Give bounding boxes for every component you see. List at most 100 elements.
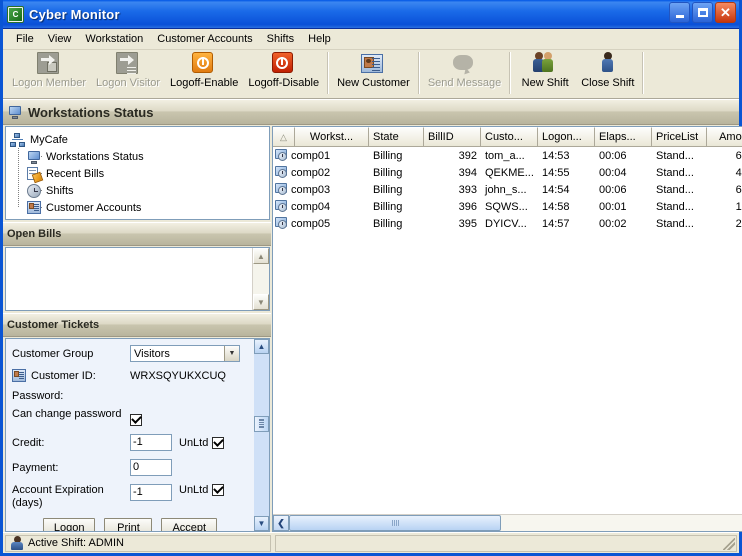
toolbar-logon-visitor[interactable]: Logon Visitor [91,50,165,96]
logoff-disable-icon [271,52,296,76]
customer-tickets-scrollbar[interactable]: ▲ ▼ [254,339,269,531]
column-header-sort[interactable]: △ [273,127,295,146]
cell-elapsed: 00:04 [599,166,627,179]
column-header-logon[interactable]: Logon... [538,127,595,146]
tree-root-label: MyCafe [30,133,68,146]
workstation-icon [7,104,23,120]
column-header-pricelist[interactable]: PriceList [652,127,707,146]
open-bills-scrollbar[interactable]: ▲ ▼ [252,248,269,310]
column-header-state[interactable]: State [369,127,424,146]
account-expiration-input[interactable]: -1 [130,484,172,501]
payment-input[interactable]: 0 [130,459,172,476]
menu-file[interactable]: File [9,31,41,47]
logon-member-icon [37,52,61,76]
toolbar-logoff-enable[interactable]: Logoff-Enable [165,50,243,96]
scroll-down-icon[interactable]: ▼ [253,294,269,310]
workstation-icon [275,148,289,163]
open-bills-list[interactable] [6,248,252,310]
table-row[interactable]: comp04 Billing 396 SQWS... 14:58 00:01 S… [273,198,742,215]
maximize-button[interactable] [692,2,713,23]
workstation-icon [275,165,289,180]
cell-state: Billing [373,166,403,179]
tree-item-customer-accounts[interactable]: Customer Accounts [26,199,269,216]
table-row[interactable]: comp05 Billing 395 DYICV... 14:57 00:02 … [273,215,742,232]
menu-shifts[interactable]: Shifts [260,31,302,47]
workstations-status-header: Workstations Status [3,99,739,125]
customer-id-icon [12,369,26,382]
workstations-list-hscrollbar[interactable]: ❮ ❯ [273,514,742,531]
expiration-unltd-checkbox[interactable] [212,484,225,496]
new-customer-icon [361,52,385,76]
column-header-elapsed[interactable]: Elaps... [595,127,652,146]
cell-state: Billing [373,149,403,162]
right-column: △ Workst... State BillID Custo... Logon.… [271,125,742,532]
tree-item-workstations-status[interactable]: Workstations Status [26,148,269,165]
minimize-button[interactable] [669,2,690,23]
new-shift-icon [533,52,557,76]
customer-tickets-header: Customer Tickets [3,313,271,337]
cell-pricelist: Stand... [656,200,694,213]
credit-unltd-label: UnLtd [179,436,209,449]
menu-customer-accounts[interactable]: Customer Accounts [150,31,259,47]
tree-item-label: Shifts [46,184,74,197]
column-header-amount[interactable]: Amount [707,127,742,146]
cell-pricelist: Stand... [656,149,694,162]
column-header-billid[interactable]: BillID [424,127,481,146]
tree-item-shifts[interactable]: Shifts [26,182,269,199]
customer-tickets-form: Customer Group Visitors ▼ Customer ID: W… [6,339,254,531]
cell-billid: 395 [458,217,477,230]
print-button[interactable]: Print [104,518,153,531]
scroll-track[interactable] [289,515,742,531]
toolbar-new-shift[interactable]: New Shift [514,50,576,96]
column-header-customer[interactable]: Custo... [481,127,538,146]
toolbar-logoff-disable-label: Logoff-Disable [248,77,320,89]
toolbar-separator-4 [642,52,645,94]
logon-visitor-icon [116,52,140,76]
tree-item-recent-bills[interactable]: Recent Bills [26,165,269,183]
customer-group-select[interactable]: Visitors ▼ [130,345,240,362]
toolbar-new-shift-label: New Shift [521,77,569,89]
scroll-thumb[interactable] [254,415,269,432]
navigation-tree[interactable]: MyCafe Workstations Status Recent Bills … [5,126,270,220]
table-row[interactable]: comp01 Billing 392 tom_a... 14:53 00:06 … [273,147,742,164]
tree-root-mycafe[interactable]: MyCafe [10,131,269,148]
cell-logon: 14:57 [542,217,570,230]
customer-group-label: Customer Group [12,347,94,360]
scroll-track[interactable] [253,264,269,294]
chevron-down-icon[interactable]: ▼ [224,346,239,361]
accept-button[interactable]: Accept [161,518,218,531]
cell-billid: 392 [458,149,477,162]
menu-workstation[interactable]: Workstation [78,31,150,47]
logon-button[interactable]: Logon [42,518,96,531]
toolbar-close-shift[interactable]: Close Shift [576,50,639,96]
workstations-status-header-label: Workstations Status [28,104,154,120]
cell-pricelist: Stand... [656,166,694,179]
table-row[interactable]: comp02 Billing 394 QEKME... 14:55 00:04 … [273,164,742,181]
credit-input[interactable]: -1 [130,434,172,451]
column-header-workstation[interactable]: Workst... [295,127,369,146]
toolbar-logoff-enable-label: Logoff-Enable [170,77,239,89]
scroll-track[interactable] [254,354,269,516]
scroll-left-icon[interactable]: ❮ [273,515,289,531]
cell-logon: 14:58 [542,200,570,213]
scroll-thumb[interactable] [289,515,501,531]
cell-elapsed: 00:06 [599,183,627,196]
cell-billid: 393 [458,183,477,196]
table-row[interactable]: comp03 Billing 393 john_s... 14:54 00:06… [273,181,742,198]
scroll-down-icon[interactable]: ▼ [254,516,269,531]
toolbar-send-message[interactable]: Send Message [423,50,506,96]
menu-view[interactable]: View [41,31,79,47]
menu-help[interactable]: Help [301,31,338,47]
workstation-icon [275,182,289,197]
close-button[interactable]: ✕ [715,2,736,23]
customer-group-value: Visitors [134,347,170,360]
can-change-password-checkbox[interactable] [130,414,142,426]
toolbar-logon-member[interactable]: Logon Member [7,50,91,96]
cell-workstation: comp05 [291,217,331,230]
scroll-up-icon[interactable]: ▲ [253,248,269,264]
scroll-up-icon[interactable]: ▲ [254,339,269,354]
toolbar-logoff-disable[interactable]: Logoff-Disable [243,50,324,96]
resize-grip-icon[interactable] [723,537,735,550]
toolbar-new-customer[interactable]: New Customer [332,50,415,96]
credit-unltd-checkbox[interactable] [212,436,225,449]
